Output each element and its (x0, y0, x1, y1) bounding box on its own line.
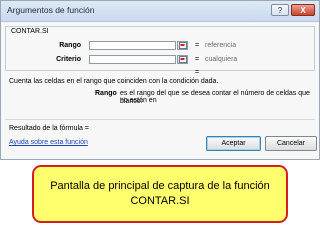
rango-result-hint: referencia (205, 42, 237, 49)
rango-input[interactable] (89, 41, 176, 50)
separator (5, 119, 315, 120)
function-result-equals: = (195, 69, 200, 76)
title-bar[interactable]: Argumentos de función ? X (1, 1, 319, 22)
function-name: CONTAR.SI (9, 28, 51, 35)
cancel-button[interactable]: Cancelar (265, 136, 317, 151)
argument-description-line1: es el rango del que se desea contar el n… (120, 90, 310, 104)
formula-result-label: Resultado de la fórmula = (9, 125, 89, 132)
criterio-equals: = (195, 56, 200, 63)
collapse-dialog-icon (179, 42, 187, 49)
caption-box: Pantalla de principal de captura de la f… (32, 165, 288, 223)
rango-collapse-button[interactable] (177, 41, 188, 50)
criterio-label: Criterio (56, 56, 81, 63)
criterio-collapse-button[interactable] (177, 55, 188, 64)
help-button[interactable]: ? (271, 4, 289, 16)
help-link[interactable]: Ayuda sobre esta función (9, 139, 88, 146)
caption-text: Pantalla de principal de captura de la f… (50, 180, 270, 207)
argument-name: Rango (95, 90, 117, 97)
argument-description-line2: blanco. (120, 98, 143, 105)
criterio-result-hint: cualquiera (205, 56, 238, 63)
rango-equals: = (195, 42, 200, 49)
criterio-input[interactable] (89, 55, 176, 64)
function-arguments-dialog: Argumentos de función ? X CONTAR.SI Rang… (0, 0, 320, 160)
collapse-dialog-icon (179, 56, 187, 63)
ok-button[interactable]: Aceptar (206, 136, 261, 151)
rango-label: Rango (59, 42, 81, 49)
window-title: Argumentos de función (7, 5, 95, 15)
function-description: Cuenta las celdas en el rango que coinci… (9, 78, 219, 85)
close-button[interactable]: X (291, 4, 315, 16)
